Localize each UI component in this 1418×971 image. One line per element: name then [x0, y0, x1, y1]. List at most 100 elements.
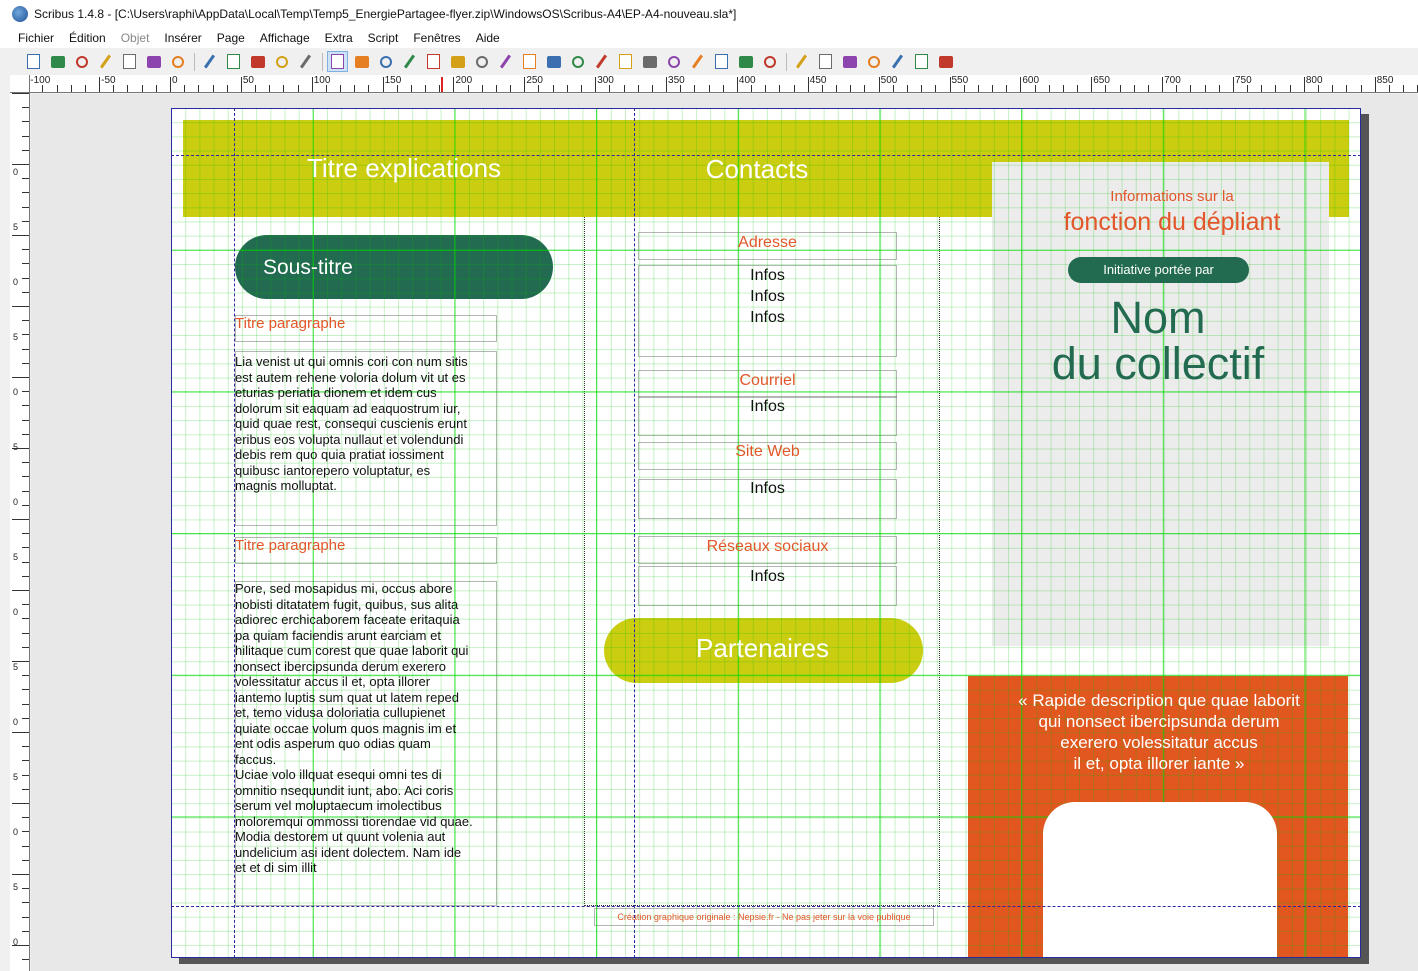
ruler-tick — [22, 561, 29, 563]
ruler-tick — [22, 902, 29, 904]
line-icon[interactable] — [496, 52, 515, 71]
horizontal-ruler[interactable]: -100 -50 0 50 100 150 200 250 300 350 400 450 500 550… — [30, 75, 1418, 93]
menu-edition[interactable]: Édition — [63, 31, 115, 45]
initiative-pill[interactable]: Initiative portée par — [1068, 257, 1249, 283]
ruler-tick — [807, 77, 809, 92]
contact-info-courriel[interactable]: Infos — [638, 396, 897, 430]
ruler-tick — [524, 77, 526, 92]
edit-text-icon[interactable] — [640, 52, 659, 71]
ruler-tick — [240, 77, 242, 92]
ruler-tick — [694, 85, 696, 92]
bezier-icon[interactable] — [520, 52, 539, 71]
link-frames-icon[interactable] — [664, 52, 683, 71]
ruler-tick — [581, 85, 583, 92]
rotate-icon[interactable] — [568, 52, 587, 71]
menu-inserer[interactable]: Insérer — [158, 31, 210, 45]
ruler-tick — [510, 85, 512, 92]
pdf-annotation-icon[interactable] — [912, 52, 931, 71]
ruler-tick — [765, 85, 767, 92]
credit-line[interactable]: Création graphique originale : Nepsie.fr… — [594, 908, 934, 926]
export-pdf-icon[interactable] — [168, 52, 187, 71]
menu-objet[interactable]: Objet — [115, 31, 159, 45]
ruler-tick — [595, 77, 597, 92]
vertical-ruler[interactable]: 0 5 0 5 0 5 0 5 0 5 0 5 0 5 0 — [10, 93, 30, 971]
new-document-icon[interactable] — [24, 52, 43, 71]
ruler-label: 650 — [1093, 75, 1110, 86]
menu-page[interactable]: Page — [211, 31, 254, 45]
paste-icon[interactable] — [296, 52, 315, 71]
pdf-checkbox-icon[interactable] — [840, 52, 859, 71]
contact-label-adresse[interactable]: Adresse — [638, 232, 897, 256]
partners-heading[interactable]: Partenaires — [633, 630, 892, 670]
close-icon[interactable] — [96, 52, 115, 71]
preflight-icon[interactable] — [144, 52, 163, 71]
paragraph-title[interactable]: Titre paragraphe — [235, 537, 497, 564]
measure-icon[interactable] — [712, 52, 731, 71]
ruler-tick — [1133, 85, 1135, 92]
pdf-listbox-icon[interactable] — [888, 52, 907, 71]
ruler-tick — [992, 85, 994, 92]
image-frame-icon[interactable] — [376, 52, 395, 71]
ruler-tick — [22, 192, 29, 194]
collective-name[interactable]: Nom du collectif — [1017, 295, 1299, 388]
title-explications[interactable]: Titre explications — [263, 150, 545, 188]
paragraph-body[interactable]: Lia venist ut qui omnis cori con num sit… — [235, 354, 497, 532]
white-image-slot[interactable] — [1043, 802, 1277, 958]
ruler-label: 0 — [12, 937, 18, 947]
redo-icon[interactable] — [224, 52, 243, 71]
ruler-tick — [113, 85, 115, 92]
ruler-label: 750 — [1234, 75, 1252, 86]
contact-info-adresse[interactable]: Infos Infos Infos — [638, 265, 897, 355]
copy-icon[interactable] — [272, 52, 291, 71]
paragraph-body[interactable]: Pore, sed mosapidus mi, occus abore nobi… — [235, 581, 497, 891]
leaflet-function-info[interactable]: Informations sur la fonction du dépliant — [1017, 188, 1327, 246]
eyedropper-icon[interactable] — [760, 52, 779, 71]
unlink-frames-icon[interactable] — [688, 52, 707, 71]
select-icon[interactable] — [327, 51, 348, 72]
ruler-label: 5 — [12, 882, 18, 892]
ruler-tick — [226, 85, 228, 92]
quote-description[interactable]: « Rapide description que quae laborit qu… — [991, 690, 1327, 786]
print-icon[interactable] — [120, 52, 139, 71]
contact-info-reseaux[interactable]: Infos — [638, 566, 897, 600]
copy-properties-icon[interactable] — [736, 52, 755, 71]
menu-script[interactable]: Script — [362, 31, 408, 45]
ruler-tick — [1247, 85, 1249, 92]
menu-fenetres[interactable]: Fenêtres — [407, 31, 469, 45]
contact-label-site-web[interactable]: Site Web — [638, 441, 897, 465]
menu-fichier[interactable]: Fichier — [12, 31, 63, 45]
subtitle-text[interactable]: Sous-titre — [263, 253, 475, 285]
title-contacts[interactable]: Contacts — [612, 151, 902, 189]
ruler-label: 0 — [12, 497, 18, 507]
open-icon[interactable] — [48, 52, 67, 71]
menu-affichage[interactable]: Affichage — [254, 31, 319, 45]
ruler-tick — [22, 703, 29, 705]
undo-icon[interactable] — [200, 52, 219, 71]
ruler-label: 0 — [12, 167, 18, 177]
menu-aide[interactable]: Aide — [470, 31, 509, 45]
cut-icon[interactable] — [248, 52, 267, 71]
contact-label-reseaux[interactable]: Réseaux sociaux — [638, 536, 897, 560]
ruler-tick — [22, 433, 29, 435]
ruler-tick — [1303, 77, 1305, 92]
save-icon[interactable] — [72, 52, 91, 71]
pdf-link-icon[interactable] — [936, 52, 955, 71]
text-frame-icon[interactable] — [352, 52, 371, 71]
contact-info-site-web[interactable]: Infos — [638, 478, 897, 512]
polygon-icon[interactable] — [472, 52, 491, 71]
contact-label-courriel[interactable]: Courriel — [638, 370, 897, 394]
menu-extra[interactable]: Extra — [319, 31, 362, 45]
freehand-icon[interactable] — [544, 52, 563, 71]
zoom-icon[interactable] — [592, 52, 611, 71]
canvas-area[interactable]: Titre explications Contacts Sous-titre T… — [31, 94, 1418, 971]
paragraph-title[interactable]: Titre paragraphe — [235, 315, 497, 342]
document-page[interactable]: Titre explications Contacts Sous-titre T… — [171, 108, 1361, 958]
pdf-textfield-icon[interactable] — [816, 52, 835, 71]
pdf-combobox-icon[interactable] — [864, 52, 883, 71]
pdf-button-icon[interactable] — [792, 52, 811, 71]
render-frame-icon[interactable] — [400, 52, 419, 71]
table-icon[interactable] — [424, 52, 443, 71]
ruler-tick — [84, 85, 86, 92]
shape-icon[interactable] — [448, 52, 467, 71]
edit-contents-icon[interactable] — [616, 52, 635, 71]
